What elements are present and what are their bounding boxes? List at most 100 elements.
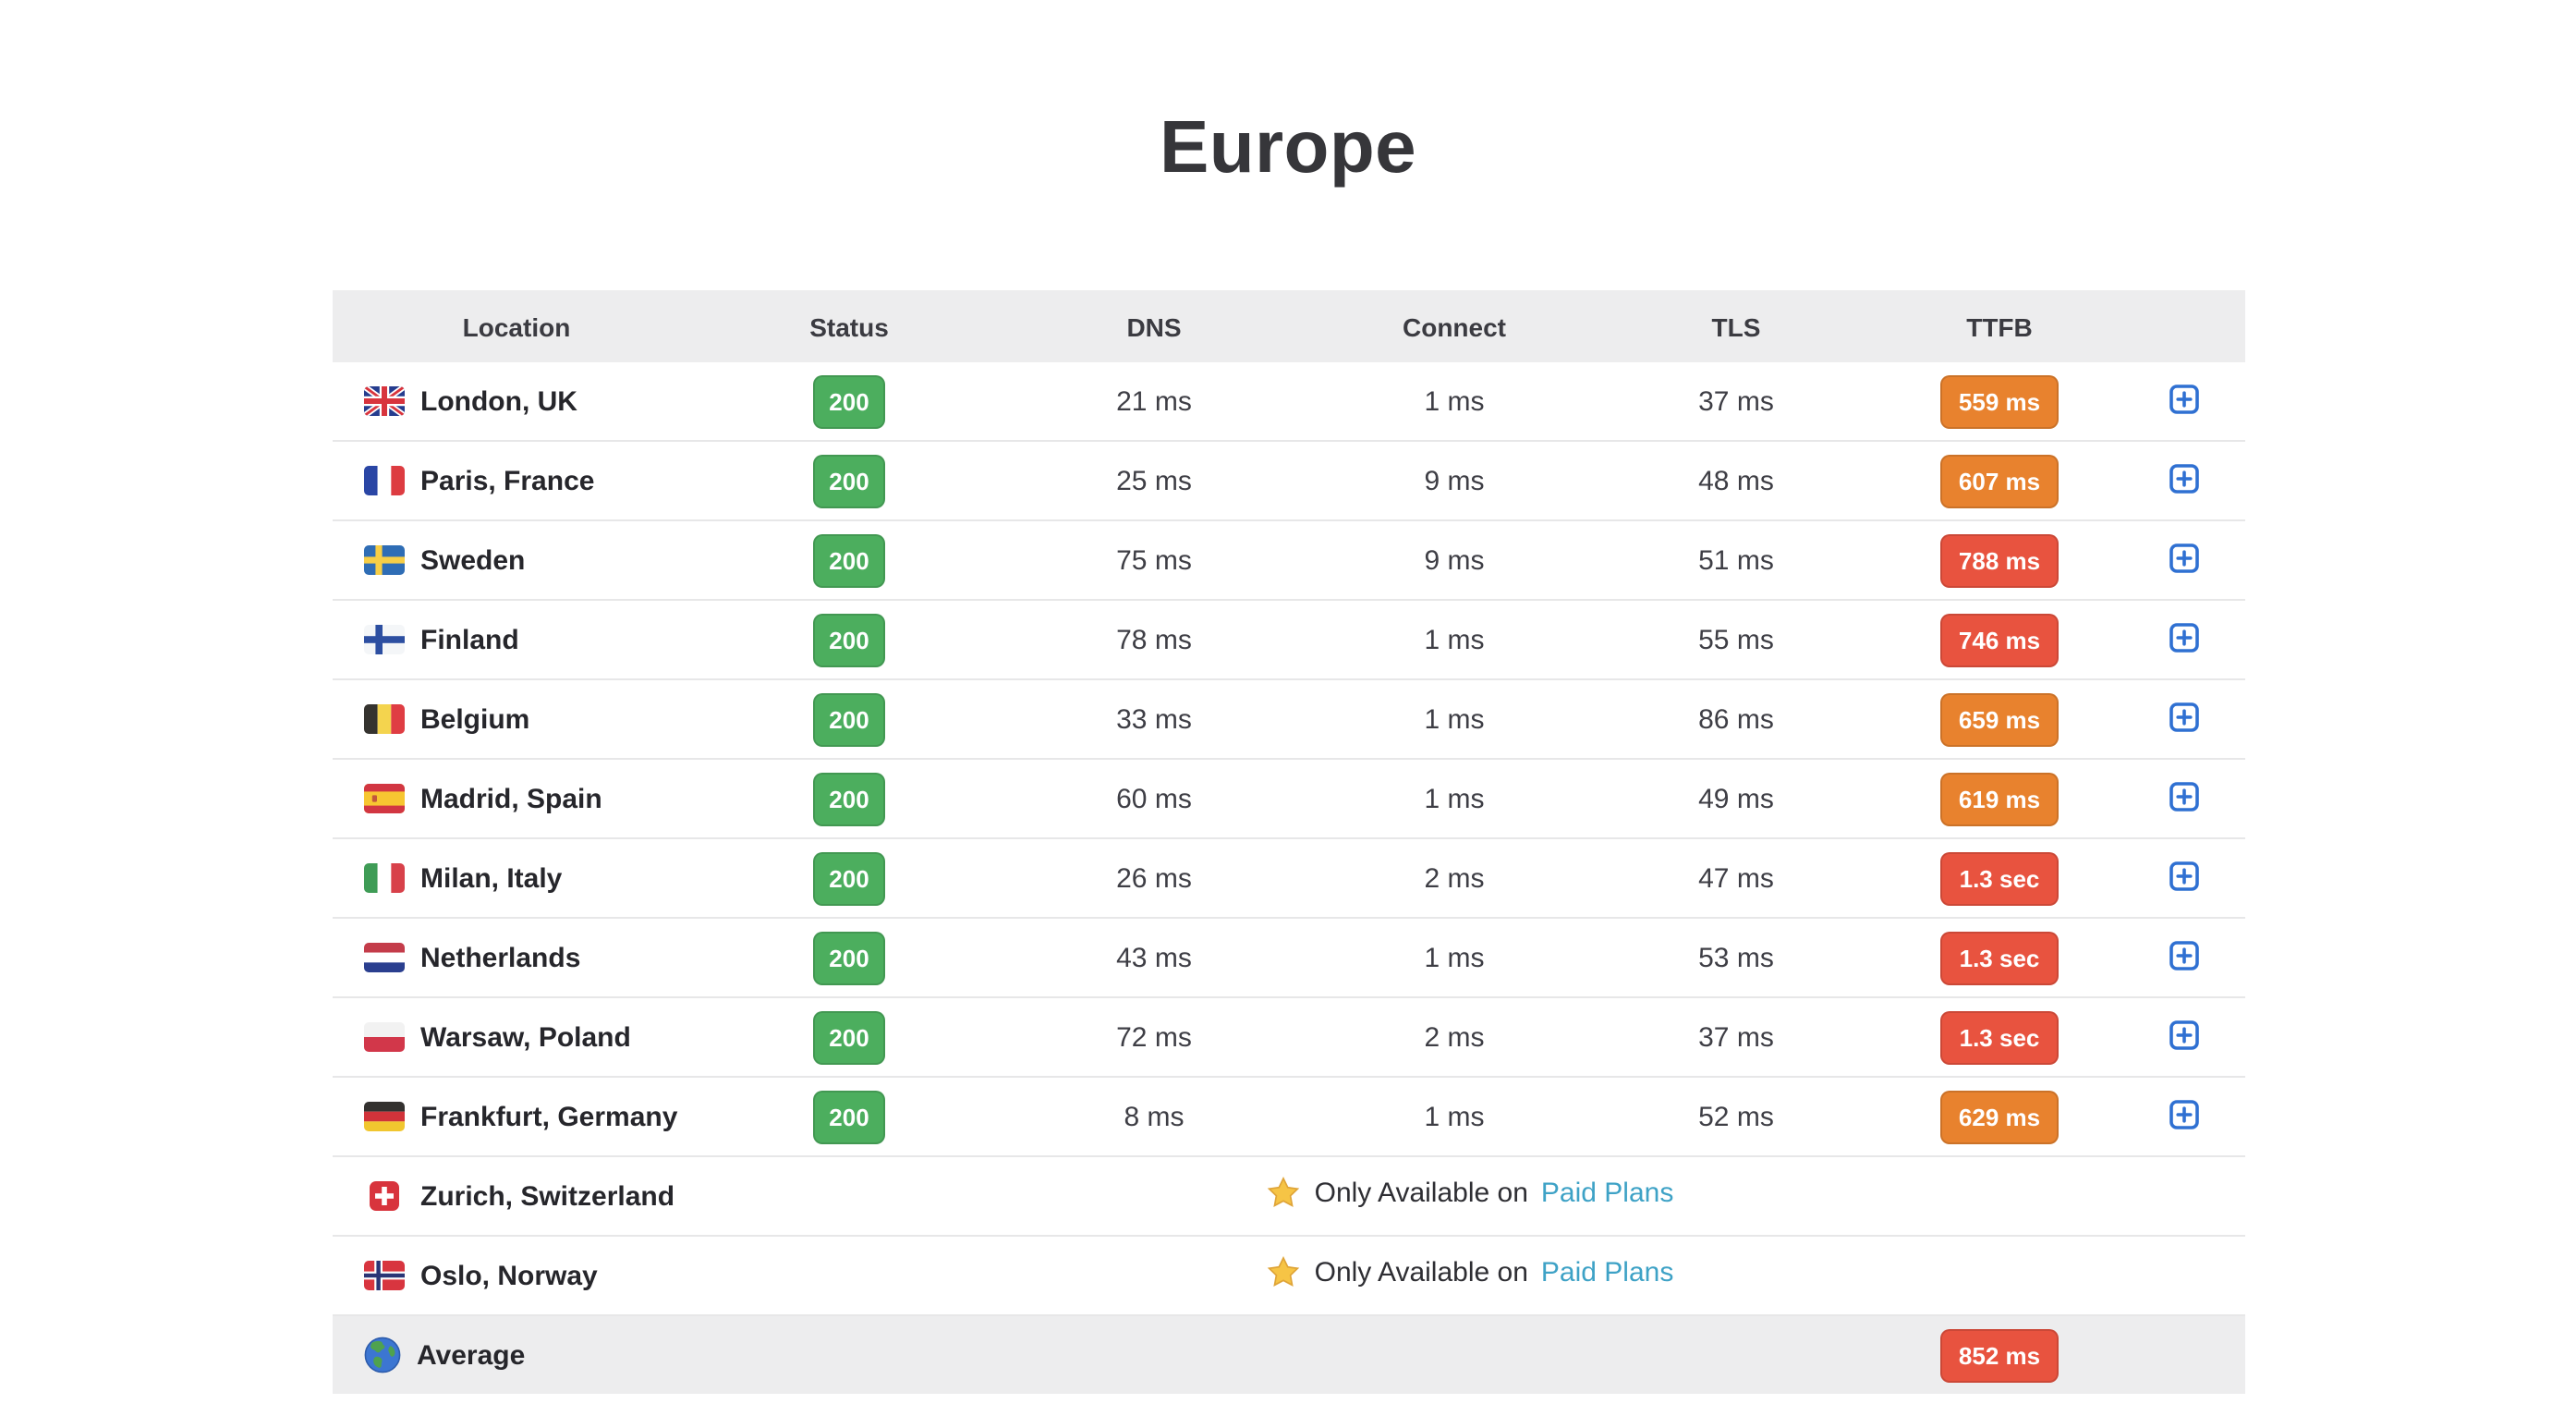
flag-nl-icon (363, 943, 404, 972)
tls-value: 37 ms (1598, 997, 1875, 1077)
location-label: Oslo, Norway (420, 1260, 598, 1291)
tls-value: 48 ms (1598, 441, 1875, 520)
status-badge: 200 (812, 772, 885, 825)
expand-icon[interactable] (2168, 382, 2201, 415)
flag-be-icon (363, 704, 404, 734)
tls-value: 52 ms (1598, 1077, 1875, 1156)
star-icon (1267, 1254, 1302, 1289)
ttfb-badge: 619 ms (1940, 772, 2059, 825)
table-row: Frankfurt, Germany 200 8 ms 1 ms 52 ms 6… (332, 1077, 2244, 1156)
dns-value: 75 ms (997, 520, 1311, 600)
location-label: Average (417, 1339, 525, 1371)
location-label: Milan, Italy (420, 862, 562, 894)
flag-no-icon (363, 1261, 404, 1290)
ttfb-badge: 1.3 sec (1941, 931, 2059, 984)
expand-icon[interactable] (2168, 779, 2201, 812)
table-row: Madrid, Spain 200 60 ms 1 ms 49 ms 619 m… (332, 759, 2244, 838)
paid-note-text: Only Available on (1315, 1177, 1528, 1208)
table-row: Netherlands 200 43 ms 1 ms 53 ms 1.3 sec (332, 918, 2244, 997)
average-row: Average 852 ms (332, 1315, 2244, 1394)
dns-value: 33 ms (997, 679, 1311, 759)
status-badge: 200 (812, 454, 885, 507)
flag-es-icon (363, 784, 404, 813)
status-badge: 200 (812, 692, 885, 746)
location-label: Zurich, Switzerland (420, 1180, 674, 1212)
flag-se-icon (363, 545, 404, 575)
dns-value: 72 ms (997, 997, 1311, 1077)
paid-plans-link[interactable]: Paid Plans (1541, 1177, 1673, 1208)
col-header-connect: Connect (1311, 290, 1598, 362)
location-label: Frankfurt, Germany (420, 1101, 677, 1132)
page: Europe Location Status DNS Connect TLS T… (0, 0, 2576, 1416)
status-badge: 200 (812, 374, 885, 428)
col-header-status: Status (701, 290, 997, 362)
col-header-ttfb: TTFB (1875, 290, 2124, 362)
dns-value: 60 ms (997, 759, 1311, 838)
flag-fi-icon (363, 625, 404, 654)
status-badge: 200 (812, 851, 885, 905)
dns-value: 43 ms (997, 918, 1311, 997)
col-header-tls: TLS (1598, 290, 1875, 362)
connect-value: 1 ms (1311, 600, 1598, 679)
connect-value: 9 ms (1311, 441, 1598, 520)
dns-value: 25 ms (997, 441, 1311, 520)
expand-icon[interactable] (2168, 461, 2201, 494)
status-badge: 200 (812, 931, 885, 984)
paid-note-text: Only Available on (1315, 1256, 1528, 1288)
table-row-paid: Oslo, Norway Only Available on Paid Plan… (332, 1236, 2244, 1315)
dns-value: 78 ms (997, 600, 1311, 679)
status-badge: 200 (812, 613, 885, 666)
globe-icon (363, 1337, 400, 1373)
location-label: Madrid, Spain (420, 783, 602, 814)
location-label: Sweden (420, 544, 525, 576)
dns-value: 21 ms (997, 362, 1311, 441)
tls-value: 49 ms (1598, 759, 1875, 838)
table-row: Sweden 200 75 ms 9 ms 51 ms 788 ms (332, 520, 2244, 600)
col-header-location: Location (332, 290, 701, 362)
tls-value: 55 ms (1598, 600, 1875, 679)
ttfb-badge: 788 ms (1940, 533, 2059, 587)
paid-plans-link[interactable]: Paid Plans (1541, 1256, 1673, 1288)
status-badge: 200 (812, 1090, 885, 1143)
expand-icon[interactable] (2168, 700, 2201, 733)
status-badge: 200 (812, 533, 885, 587)
table-row: Paris, France 200 25 ms 9 ms 48 ms 607 m… (332, 441, 2244, 520)
expand-icon[interactable] (2168, 620, 2201, 653)
page-title: Europe (0, 0, 2576, 190)
table-row-paid: Zurich, Switzerland Only Available on Pa… (332, 1156, 2244, 1236)
connect-value: 2 ms (1311, 838, 1598, 918)
connect-value: 1 ms (1311, 918, 1598, 997)
ttfb-badge: 659 ms (1940, 692, 2059, 746)
table-row: Belgium 200 33 ms 1 ms 86 ms 659 ms (332, 679, 2244, 759)
tls-value: 53 ms (1598, 918, 1875, 997)
expand-icon[interactable] (2168, 541, 2201, 574)
connect-value: 1 ms (1311, 362, 1598, 441)
table-row: Warsaw, Poland 200 72 ms 2 ms 37 ms 1.3 … (332, 997, 2244, 1077)
expand-icon[interactable] (2168, 938, 2201, 971)
tls-value: 47 ms (1598, 838, 1875, 918)
connect-value: 1 ms (1311, 1077, 1598, 1156)
table-header: Location Status DNS Connect TLS TTFB (332, 290, 2244, 362)
connect-value: 9 ms (1311, 520, 1598, 600)
expand-icon[interactable] (2168, 859, 2201, 892)
ttfb-badge: 852 ms (1940, 1328, 2059, 1382)
tls-value: 86 ms (1598, 679, 1875, 759)
location-label: Paris, France (420, 465, 594, 496)
col-header-expand (2124, 290, 2244, 362)
tls-value: 51 ms (1598, 520, 1875, 600)
expand-icon[interactable] (2168, 1018, 2201, 1051)
flag-fr-icon (363, 466, 404, 495)
connect-value: 1 ms (1311, 759, 1598, 838)
table-row: London, UK 200 21 ms 1 ms 37 ms 559 ms (332, 362, 2244, 441)
ttfb-badge: 1.3 sec (1941, 851, 2059, 905)
expand-icon[interactable] (2168, 1097, 2201, 1130)
flag-gb-icon (363, 386, 404, 416)
table-row: Finland 200 78 ms 1 ms 55 ms 746 ms (332, 600, 2244, 679)
latency-table: Location Status DNS Connect TLS TTFB Lon… (332, 290, 2244, 1394)
connect-value: 2 ms (1311, 997, 1598, 1077)
star-icon (1267, 1175, 1302, 1210)
dns-value: 8 ms (997, 1077, 1311, 1156)
col-header-dns: DNS (997, 290, 1311, 362)
location-label: Netherlands (420, 942, 580, 973)
location-label: Warsaw, Poland (420, 1021, 631, 1053)
